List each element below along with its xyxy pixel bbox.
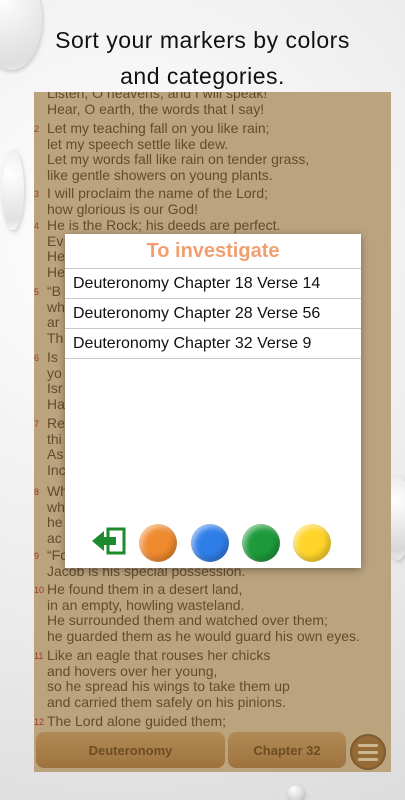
yellow-color-filter[interactable] <box>293 524 331 562</box>
blue-color-filter[interactable] <box>191 524 229 562</box>
orange-color-filter[interactable] <box>139 524 177 562</box>
exit-arrow-icon[interactable] <box>90 525 130 557</box>
caption-line-1: Sort your markers by colors <box>55 27 350 53</box>
dialog-title: To investigate <box>146 240 280 262</box>
water-drop-decoration <box>288 785 304 800</box>
color-filter-bar <box>65 521 361 562</box>
marker-item[interactable]: Deuteronomy Chapter 32 Verse 9 <box>65 329 361 359</box>
green-color-filter[interactable] <box>242 524 280 562</box>
caption-line-2: and categories. <box>120 63 285 89</box>
marker-list: Deuteronomy Chapter 18 Verse 14 Deuteron… <box>65 268 361 359</box>
marker-item[interactable]: Deuteronomy Chapter 28 Verse 56 <box>65 299 361 329</box>
markers-dialog: To investigate Deuteronomy Chapter 18 Ve… <box>65 234 361 568</box>
promo-caption: Sort your markers by colors and categori… <box>0 22 405 94</box>
water-drop-decoration <box>2 150 24 230</box>
marker-item[interactable]: Deuteronomy Chapter 18 Verse 14 <box>65 269 361 299</box>
